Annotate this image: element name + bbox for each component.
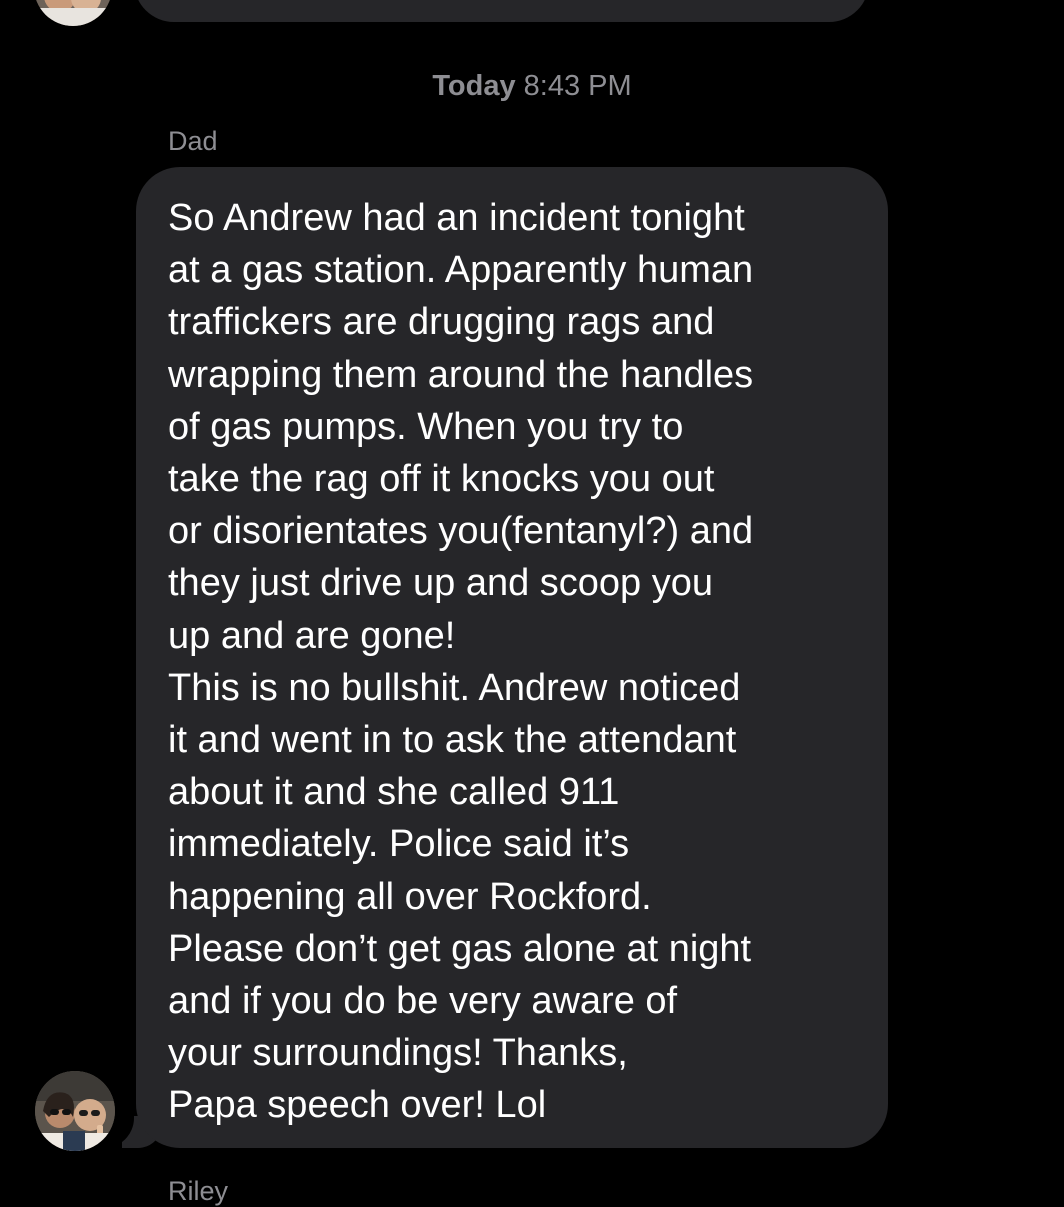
message-line: Please don’t get gas alone at night (168, 927, 752, 970)
message-bubble[interactable]: So Andrew had an incident tonight at a g… (136, 167, 888, 1148)
message-line: Papa speech over! Lol (168, 1084, 547, 1127)
avatar-photo-icon (35, 1071, 115, 1151)
previous-message-bubble[interactable] (134, 0, 869, 22)
sender-name: Dad (168, 126, 218, 156)
sender-avatar-previous[interactable] (34, 0, 112, 26)
message-line: of gas pumps. When you try to (168, 405, 684, 448)
message-line: wrapping them around the handles (168, 353, 754, 396)
message-line: up and are gone! (168, 614, 456, 657)
message-timestamp: Today 8:43 PM (0, 70, 1064, 103)
avatar-photo-icon (34, 0, 112, 26)
message-line: at a gas station. Apparently human (168, 249, 754, 292)
message-line: about it and she called 911 (168, 771, 620, 814)
message-line: they just drive up and scoop you (168, 562, 714, 605)
message-line: your surroundings! Thanks, (168, 1032, 628, 1075)
timestamp-day: Today (432, 70, 516, 102)
message-line: immediately. Police said it’s (168, 823, 630, 866)
sender-avatar[interactable] (35, 1071, 115, 1151)
message-thread: Today 8:43 PM Dad So Andrew had an incid… (0, 0, 1064, 1206)
message-line: take the rag off it knocks you out (168, 458, 715, 501)
message-line: it and went in to ask the attendant (168, 719, 737, 762)
message-text: So Andrew had an incident tonight at a g… (168, 192, 868, 1132)
message-line: or disorientates you(fentanyl?) and (168, 510, 754, 553)
message-line: traffickers are drugging rags and (168, 301, 715, 344)
timestamp-time: 8:43 PM (523, 70, 632, 102)
message-line: So Andrew had an incident tonight (168, 197, 745, 239)
message-line: and if you do be very aware of (168, 980, 678, 1023)
message-line: This is no bullshit. Andrew noticed (168, 666, 741, 709)
next-sender-name: Riley (168, 1176, 229, 1206)
message-line: happening all over Rockford. (168, 875, 652, 918)
